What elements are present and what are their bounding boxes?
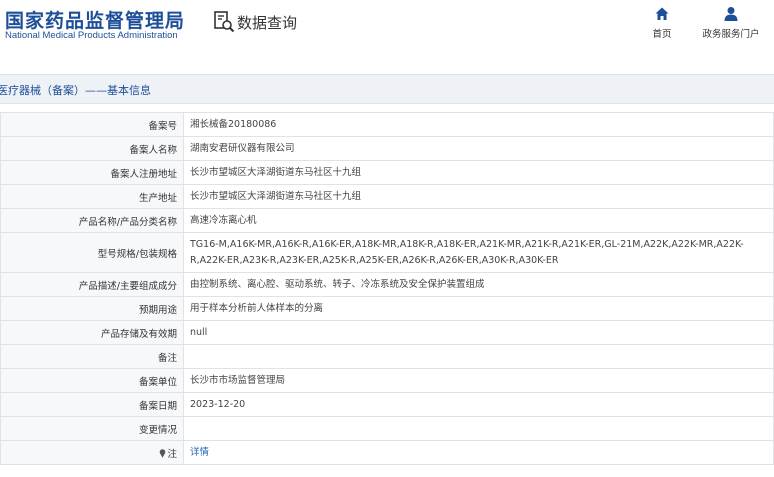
record-info-table: 备案号 湘长械备20180086 备案人名称 湖南安君研仪器有限公司 备案人注册… — [0, 112, 774, 465]
row-label: 预期用途 — [0, 296, 184, 321]
nav-home[interactable]: 首页 — [648, 6, 676, 40]
row-value — [183, 344, 774, 369]
row-label: 型号规格/包装规格 — [0, 232, 184, 273]
row-label: 产品描述/主要组成成分 — [0, 272, 184, 297]
row-label: 备案人名称 — [0, 136, 184, 161]
nav-service-portal[interactable]: 政务服务门户 — [696, 6, 766, 40]
site-header: 国家药品监督管理局 National Medical Products Admi… — [0, 0, 774, 62]
row-value: 高速冷冻离心机 — [183, 208, 774, 233]
note-row-label: 注 — [0, 440, 184, 465]
row-value: 由控制系统、离心腔、驱动系统、转子、冷冻系统及安全保护装置组成 — [183, 272, 774, 297]
section-header: 医疗器械（备案）——基本信息 — [0, 74, 774, 104]
table-row: 备案单位 长沙市市场监督管理局 — [0, 368, 774, 393]
table-row: 产品存储及有效期 null — [0, 320, 774, 345]
nav-service-portal-label: 政务服务门户 — [702, 29, 760, 40]
table-row: 备案人名称 湖南安君研仪器有限公司 — [0, 136, 774, 161]
table-row: 产品名称/产品分类名称 高速冷冻离心机 — [0, 208, 774, 233]
row-label: 备案日期 — [0, 392, 184, 417]
row-label: 产品名称/产品分类名称 — [0, 208, 184, 233]
row-value: 长沙市望城区大泽湖街道东马社区十九组 — [183, 184, 774, 209]
document-search-icon — [214, 11, 235, 33]
row-label: 备案号 — [0, 112, 184, 137]
row-value — [183, 416, 774, 441]
data-query-title[interactable]: 数据查询 — [213, 10, 297, 34]
row-label: 变更情况 — [0, 416, 184, 441]
home-icon — [655, 7, 669, 20]
table-row: 产品描述/主要组成成分 由控制系统、离心腔、驱动系统、转子、冷冻系统及安全保护装… — [0, 272, 774, 297]
brand-title-cn[interactable]: 国家药品监督管理局 — [5, 6, 185, 33]
section-title: 医疗器械（备案）——基本信息 — [0, 84, 151, 97]
nav-home-label: 首页 — [652, 29, 672, 40]
table-row: 备注 — [0, 344, 774, 369]
table-row: 注 详情 — [0, 440, 774, 465]
brand-title-en[interactable]: National Medical Products Administration — [5, 30, 178, 41]
table-row: 备案日期 2023-12-20 — [0, 392, 774, 417]
row-label: 备注 — [0, 344, 184, 369]
row-value: TG16-M,A16K-MR,A16K-R,A16K-ER,A18K-MR,A1… — [183, 232, 774, 273]
row-label: 注 — [167, 448, 177, 460]
pin-icon — [160, 448, 166, 458]
table-row: 型号规格/包装规格 TG16-M,A16K-MR,A16K-R,A16K-ER,… — [0, 232, 774, 273]
row-value: 长沙市望城区大泽湖街道东马社区十九组 — [183, 160, 774, 185]
table-row: 预期用途 用于样本分析前人体样本的分离 — [0, 296, 774, 321]
row-value: 2023-12-20 — [183, 392, 774, 417]
row-value: null — [183, 320, 774, 345]
table-row: 备案人注册地址 长沙市望城区大泽湖街道东马社区十九组 — [0, 160, 774, 185]
row-value: 长沙市市场监督管理局 — [183, 368, 774, 393]
row-value: 详情 — [183, 440, 774, 465]
row-value: 用于样本分析前人体样本的分离 — [183, 296, 774, 321]
row-label: 生产地址 — [0, 184, 184, 209]
details-link[interactable]: 详情 — [190, 447, 209, 458]
user-icon — [724, 7, 738, 21]
row-label: 备案人注册地址 — [0, 160, 184, 185]
data-query-label: 数据查询 — [237, 13, 298, 32]
row-label: 产品存储及有效期 — [0, 320, 184, 345]
row-label: 备案单位 — [0, 368, 184, 393]
table-row: 变更情况 — [0, 416, 774, 441]
table-row: 生产地址 长沙市望城区大泽湖街道东马社区十九组 — [0, 184, 774, 209]
row-value: 湖南安君研仪器有限公司 — [183, 136, 774, 161]
table-row: 备案号 湘长械备20180086 — [0, 112, 774, 137]
row-value: 湘长械备20180086 — [183, 112, 774, 137]
